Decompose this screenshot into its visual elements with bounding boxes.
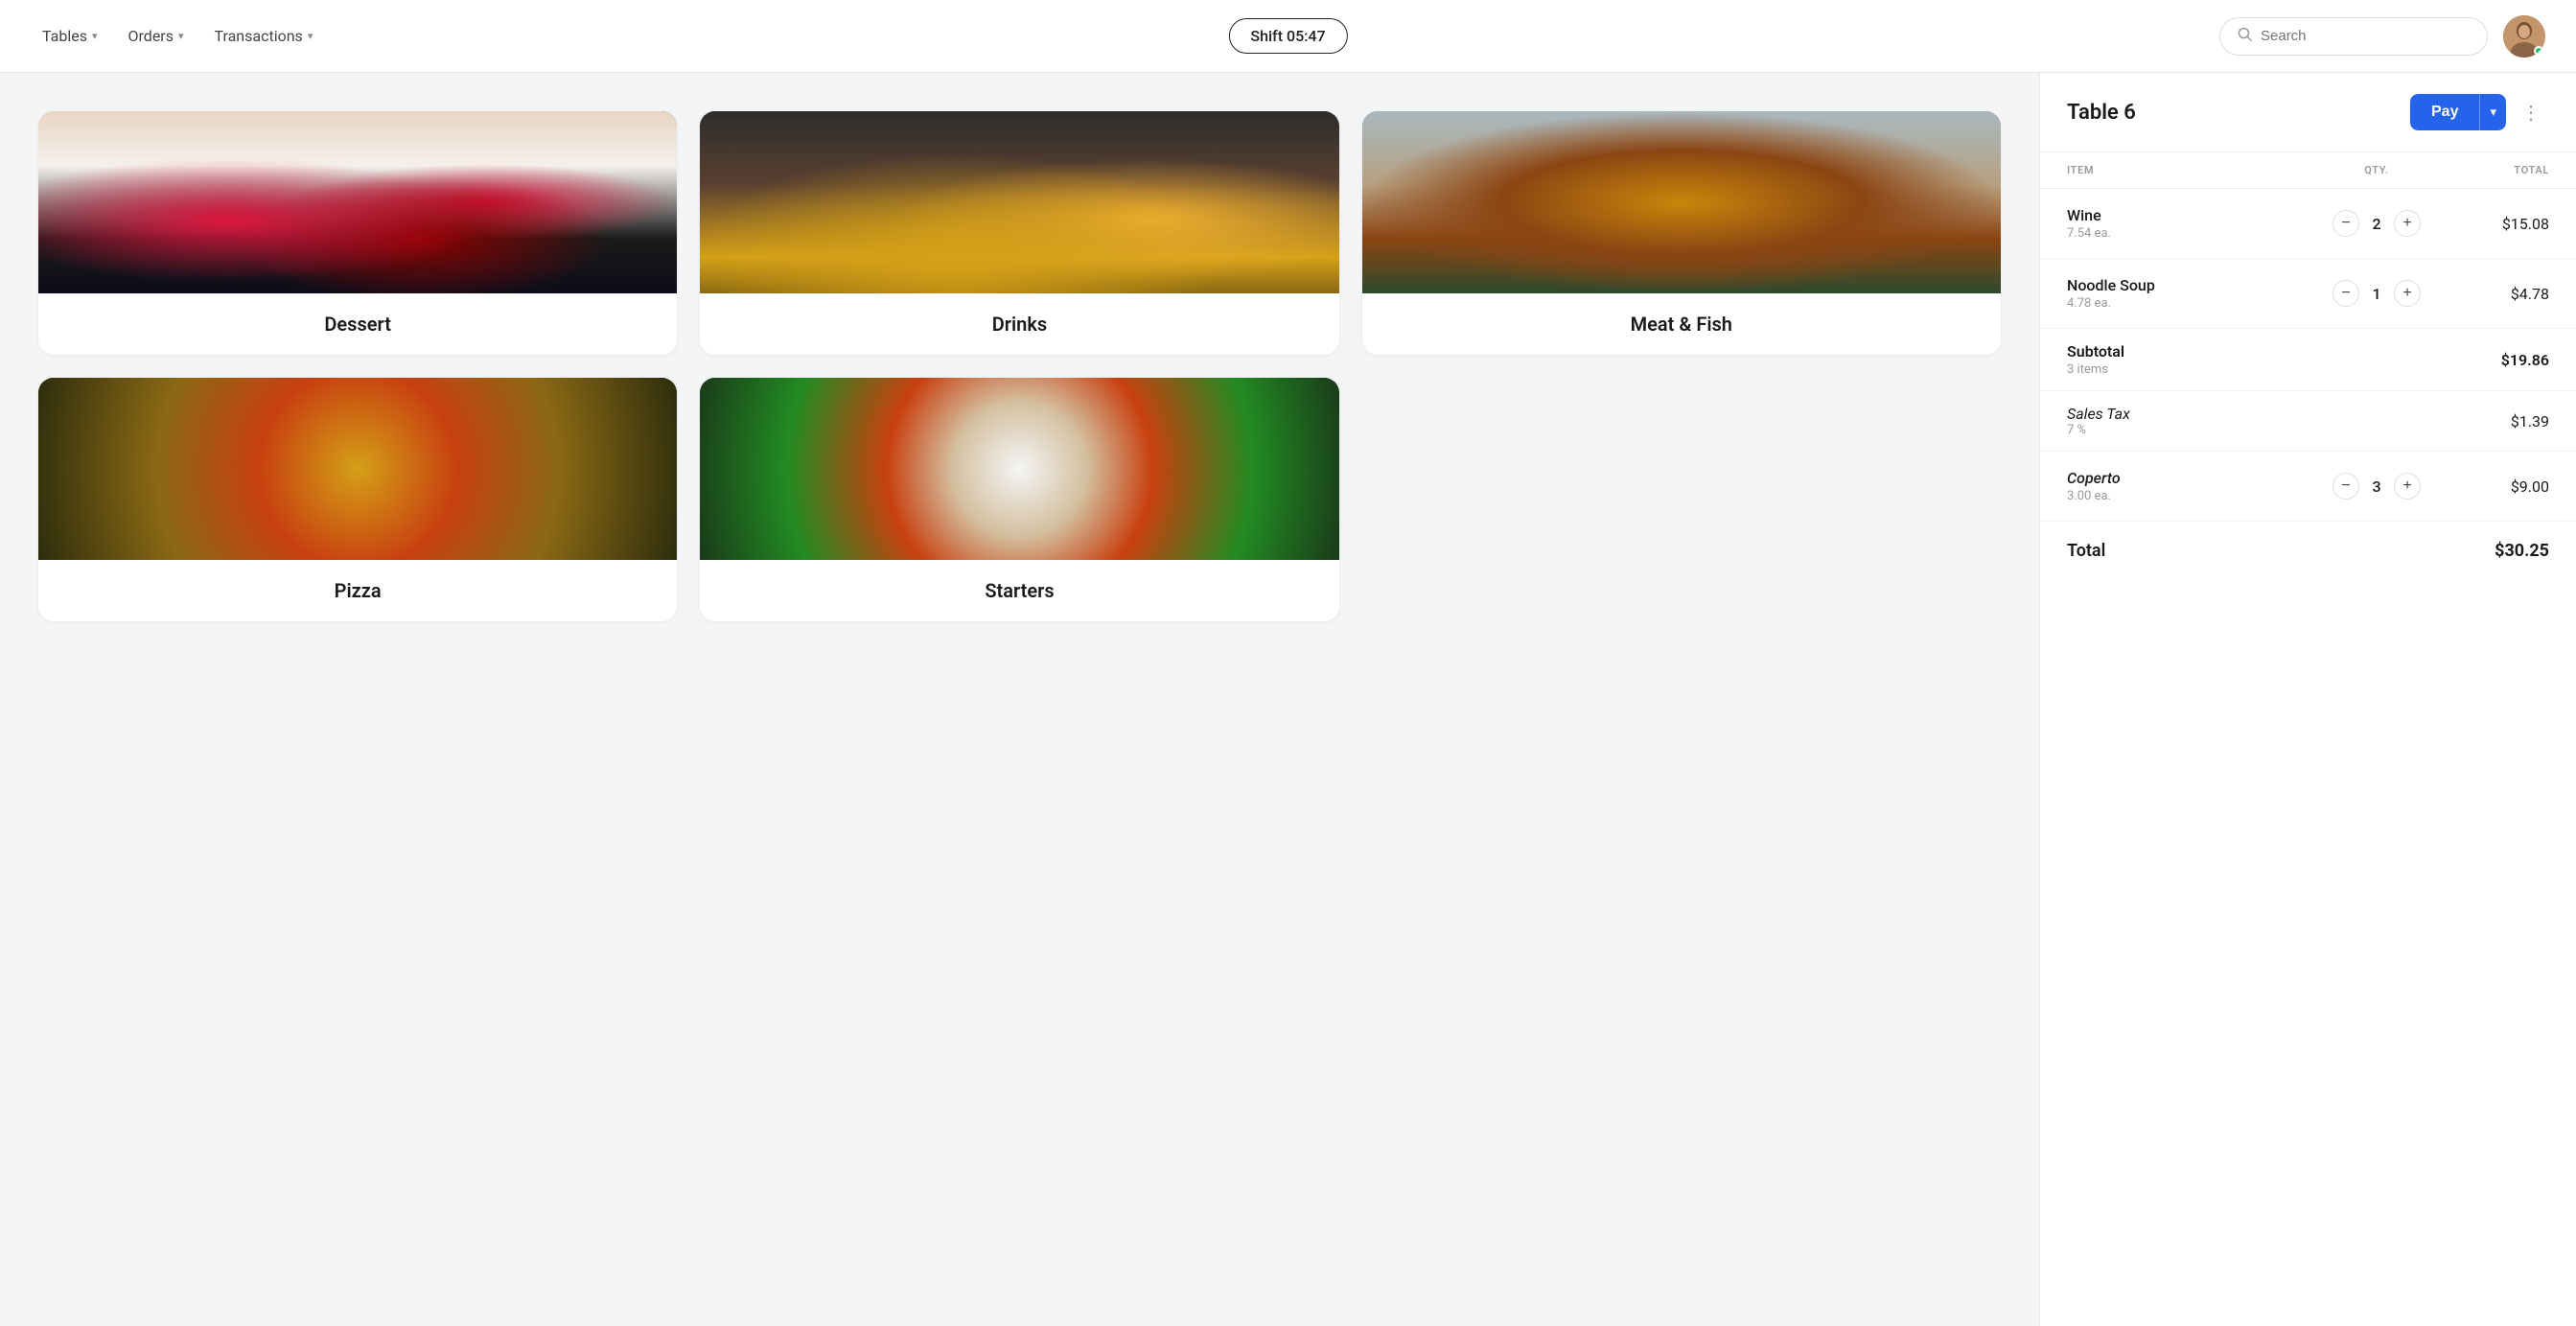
coperto-row: Coperto 3.00 ea. − 3 + $9.00 [2040,452,2576,522]
subtotal-sublabel: 3 items [2067,362,2319,377]
pay-btn-group: Pay ▾ [2410,94,2506,130]
qty-value-coperto: 3 [2369,477,2384,496]
pay-button[interactable]: Pay [2410,94,2479,130]
tax-row: Sales Tax 7 % $1.39 [2040,391,2576,452]
header: Tables ▾ Orders ▾ Transactions ▾ Shift 0… [0,0,2576,73]
item-price-noodle: 4.78 ea. [2067,296,2319,311]
shift-badge[interactable]: Shift 05:47 [1228,18,1347,54]
category-card-pizza[interactable]: Pizza [38,378,677,621]
tax-value: $1.39 [2434,412,2549,430]
nav-tables[interactable]: Tables ▾ [31,19,109,53]
col-item: ITEM [2067,164,2319,176]
dessert-label: Dessert [38,293,677,355]
item-name-wine: Wine [2067,206,2319,224]
header-right [2219,15,2545,58]
qty-increase-noodle[interactable]: + [2394,280,2421,307]
order-header: Table 6 Pay ▾ ⋮ [2040,73,2576,152]
item-info-noodle: Noodle Soup 4.78 ea. [2067,276,2319,311]
main-content: Dessert [0,73,2576,1326]
dessert-image [38,111,677,293]
shift-center: Shift 05:47 [1228,18,1347,54]
nav-orders[interactable]: Orders ▾ [117,19,196,53]
search-bar[interactable] [2219,17,2488,56]
coperto-total: $9.00 [2434,477,2549,496]
total-label: Total [2067,541,2105,561]
subtotal-value: $19.86 [2434,351,2549,369]
tables-chevron-icon: ▾ [92,30,98,42]
pizza-label: Pizza [38,560,677,621]
starters-image [700,378,1338,560]
item-name-noodle: Noodle Soup [2067,276,2319,294]
qty-decrease-noodle[interactable]: − [2332,280,2359,307]
orders-chevron-icon: ▾ [178,30,184,42]
category-card-dessert[interactable]: Dessert [38,111,677,355]
pizza-image [38,378,677,560]
table-row: Wine 7.54 ea. − 2 + $15.08 [2040,189,2576,259]
total-row: Total $30.25 [2040,522,2576,580]
qty-control-noodle: − 1 + [2319,280,2434,307]
search-icon [2238,27,2253,46]
tax-sublabel: 7 % [2067,423,2319,437]
transactions-label: Transactions [215,27,303,45]
qty-control-coperto: − 3 + [2319,473,2434,500]
avatar[interactable] [2503,15,2545,58]
col-qty: QTY. [2319,164,2434,176]
qty-control-wine: − 2 + [2319,210,2434,237]
main-nav: Tables ▾ Orders ▾ Transactions ▾ [31,19,2219,53]
qty-increase-wine[interactable]: + [2394,210,2421,237]
subtotal-info: Subtotal 3 items [2067,342,2319,377]
qty-value-wine: 2 [2369,215,2384,233]
starters-label: Starters [700,560,1338,621]
search-input[interactable] [2261,28,2470,44]
coperto-info: Coperto 3.00 ea. [2067,469,2319,503]
coperto-price: 3.00 ea. [2067,489,2319,503]
order-column-headers: ITEM QTY. TOTAL [2040,152,2576,189]
pay-dropdown-button[interactable]: ▾ [2479,94,2506,130]
table-row: Noodle Soup 4.78 ea. − 1 + $4.78 [2040,259,2576,329]
category-grid: Dessert [0,73,2039,1326]
item-total-noodle: $4.78 [2434,285,2549,303]
item-info-wine: Wine 7.54 ea. [2067,206,2319,241]
order-items-list: Wine 7.54 ea. − 2 + $15.08 Noodle Soup 4… [2040,189,2576,1326]
subtotal-row: Subtotal 3 items $19.86 [2040,329,2576,391]
total-value: $30.25 [2495,541,2549,561]
nav-transactions[interactable]: Transactions ▾ [203,19,325,53]
category-card-starters[interactable]: Starters [700,378,1338,621]
online-indicator [2534,46,2543,56]
drinks-image [700,111,1338,293]
coperto-label: Coperto [2067,469,2319,487]
table-title: Table 6 [2067,101,2136,125]
tax-info: Sales Tax 7 % [2067,405,2319,437]
transactions-chevron-icon: ▾ [308,30,313,42]
qty-decrease-wine[interactable]: − [2332,210,2359,237]
drinks-label: Drinks [700,293,1338,355]
order-panel: Table 6 Pay ▾ ⋮ ITEM QTY. TOTAL Wine 7.5… [2039,73,2576,1326]
order-actions: Pay ▾ ⋮ [2410,94,2549,130]
category-card-drinks[interactable]: Drinks [700,111,1338,355]
meat-fish-image [1362,111,2001,293]
qty-increase-coperto[interactable]: + [2394,473,2421,500]
more-options-button[interactable]: ⋮ [2514,97,2549,128]
qty-decrease-coperto[interactable]: − [2332,473,2359,500]
item-total-wine: $15.08 [2434,215,2549,233]
qty-value-noodle: 1 [2369,285,2384,303]
tax-label: Sales Tax [2067,405,2319,423]
col-total: TOTAL [2434,164,2549,176]
tables-label: Tables [42,27,87,45]
orders-label: Orders [128,27,174,45]
item-price-wine: 7.54 ea. [2067,226,2319,241]
meat-fish-label: Meat & Fish [1362,293,2001,355]
subtotal-label: Subtotal [2067,342,2319,361]
category-card-meat-fish[interactable]: Meat & Fish [1362,111,2001,355]
